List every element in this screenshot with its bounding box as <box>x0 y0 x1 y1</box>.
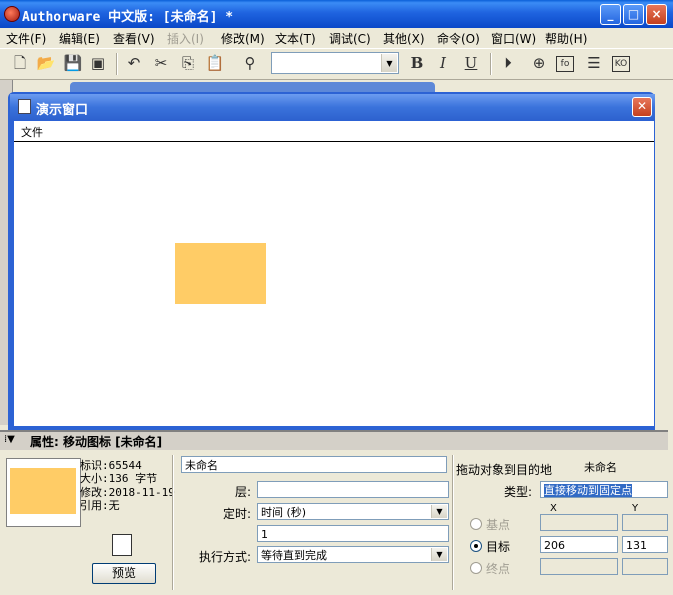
find-icon[interactable]: ⚲ <box>240 53 260 73</box>
edit-content-icon[interactable] <box>112 534 132 556</box>
italic-icon[interactable]: I <box>433 53 453 73</box>
maximize-button[interactable]: □ <box>623 4 644 25</box>
timing-label: 定时: <box>223 507 252 521</box>
chevron-down-icon[interactable]: ▼ <box>431 505 447 518</box>
icon-name-field[interactable]: 未命名 <box>181 456 447 473</box>
chevron-down-icon[interactable]: ▼ <box>431 548 447 561</box>
base-y-field <box>622 514 668 531</box>
menu-command[interactable]: 命令(O) <box>437 30 480 47</box>
menu-other[interactable]: 其他(X) <box>383 30 425 47</box>
cut-icon[interactable]: ✂ <box>151 53 171 73</box>
preview-button[interactable]: 预览 <box>92 563 156 584</box>
presentation-close-button[interactable]: ✕ <box>632 97 652 117</box>
radio-base-label: 基点 <box>486 518 511 532</box>
layer-label: 层: <box>235 485 252 499</box>
moving-object-rectangle[interactable] <box>175 243 266 304</box>
end-y-field <box>622 558 668 575</box>
save-all-icon[interactable]: 💾 <box>63 53 83 73</box>
exec-label: 执行方式: <box>199 550 252 564</box>
menu-edit[interactable]: 编辑(E) <box>59 30 100 47</box>
import-icon[interactable]: ▣ <box>88 53 108 73</box>
run-icon[interactable]: ⏵ <box>498 53 518 73</box>
type-select[interactable]: 直接移动到固定点 <box>540 481 668 498</box>
copy-icon[interactable]: ⎘ <box>178 53 198 73</box>
drag-label: 拖动对象到目的地 <box>456 463 553 477</box>
menu-text[interactable]: 文本(T) <box>275 30 316 47</box>
open-icon[interactable]: 📂 <box>36 53 56 73</box>
exec-value: 等待直到完成 <box>261 549 327 562</box>
menu-file[interactable]: 文件(F) <box>6 30 46 47</box>
knowledge-objects-icon[interactable]: KO <box>612 56 630 72</box>
base-x-field <box>540 514 618 531</box>
presentation-menu-file[interactable]: 文件 <box>21 124 43 140</box>
underline-icon[interactable]: U <box>461 53 481 73</box>
undo-icon[interactable]: ↶ <box>124 53 144 73</box>
menu-view[interactable]: 查看(V) <box>113 30 155 47</box>
minimize-button[interactable]: _ <box>600 4 621 25</box>
target-x-field[interactable]: 206 <box>540 536 618 553</box>
info-reference: 引用:无 <box>80 499 120 512</box>
menu-window[interactable]: 窗口(W) <box>491 30 536 47</box>
variables-icon[interactable]: ☰ <box>584 53 604 73</box>
timing-select[interactable]: 时间 (秒) ▼ <box>257 503 449 520</box>
radio-target[interactable] <box>470 540 482 552</box>
drag-object-name: 未命名 <box>580 458 668 475</box>
control-panel-icon[interactable]: ⊕ <box>529 53 549 73</box>
app-icon[interactable] <box>4 6 20 22</box>
menu-insert[interactable]: 插入(I) <box>167 30 204 47</box>
bold-icon[interactable]: B <box>407 53 427 73</box>
timing-amount-field[interactable]: 1 <box>257 525 449 542</box>
menubar: 文件(F) 编辑(E) 查看(V) 插入(I) 修改(M) 文本(T) 调试(C… <box>0 28 673 48</box>
presentation-titlebar <box>10 94 655 120</box>
functions-icon[interactable]: fo <box>556 56 574 72</box>
icon-thumbnail <box>10 468 76 514</box>
font-combo[interactable]: ▼ <box>271 52 399 74</box>
presentation-title: 演示窗口 <box>36 103 89 118</box>
col-y-label: Y <box>632 503 639 514</box>
end-x-field <box>540 558 618 575</box>
properties-title: 属性: 移动图标 [未命名] <box>30 435 163 449</box>
timing-value: 时间 (秒) <box>261 506 307 519</box>
presentation-stage[interactable] <box>14 142 654 426</box>
exec-select[interactable]: 等待直到完成 ▼ <box>257 546 449 563</box>
collapse-icon[interactable]: ⁞▼ <box>4 434 15 445</box>
layer-field[interactable] <box>257 481 449 498</box>
col-x-label: X <box>550 503 557 514</box>
toolbar: 🗋 📂 💾 ▣ ↶ ✂ ⎘ 📋 ⚲ ▼ B I U ⏵ ⊕ fo ☰ KO <box>0 48 673 80</box>
presentation-window-icon <box>18 99 31 114</box>
radio-target-label: 目标 <box>486 540 511 554</box>
menu-help[interactable]: 帮助(H) <box>545 30 587 47</box>
menu-modify[interactable]: 修改(M) <box>221 30 265 47</box>
paste-icon[interactable]: 📋 <box>205 53 225 73</box>
radio-base[interactable] <box>470 518 482 530</box>
type-value: 直接移动到固定点 <box>544 484 632 497</box>
window-title: Authorware 中文版: [未命名] * <box>22 10 234 25</box>
presentation-menubar: 文件 <box>14 121 654 142</box>
chevron-down-icon[interactable]: ▼ <box>381 54 397 72</box>
radio-end-label: 终点 <box>486 562 511 576</box>
radio-end[interactable] <box>470 562 482 574</box>
type-label: 类型: <box>504 485 533 499</box>
new-file-icon[interactable]: 🗋 <box>10 53 30 73</box>
close-button[interactable]: × <box>646 4 667 25</box>
target-y-field[interactable]: 131 <box>622 536 668 553</box>
menu-debug[interactable]: 调试(C) <box>329 30 371 47</box>
